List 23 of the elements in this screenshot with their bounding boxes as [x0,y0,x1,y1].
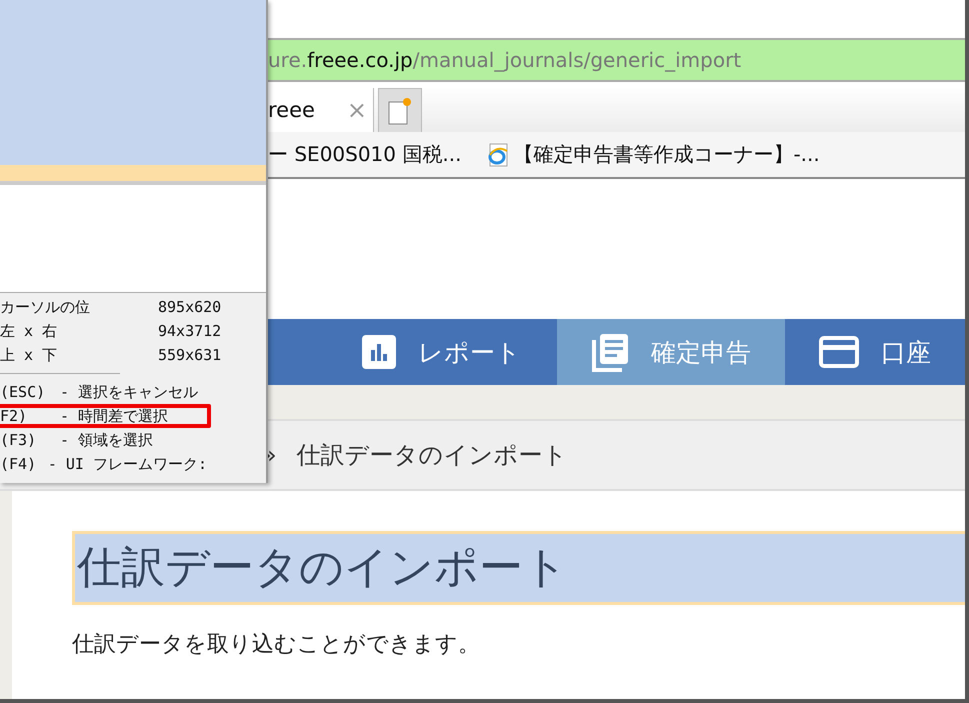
browser-page-icon [487,142,510,166]
info-label: 上 x 下 [0,346,58,364]
bar-chart-icon [362,335,396,369]
shortcut-text: F2) - 時間差で選択 [0,404,211,428]
new-tab-button[interactable] [378,88,422,132]
browser-tab[interactable]: reee × [268,88,374,132]
info-label: カーソルの位 [0,298,91,316]
nav-item[interactable]: レポート [328,319,557,385]
bookmark-link[interactable]: ー SE00S010 国税... [268,141,462,168]
info-label: 左 x 右 [0,322,58,340]
info-value: 895x620 [158,298,222,316]
nav-item[interactable]: 口座 [785,319,965,385]
card-icon [819,336,859,368]
bookmark-link[interactable]: 【確定申告書等作成コーナー】-... [487,141,820,168]
page-description: 仕訳データを取り込むことができます。 [72,631,481,659]
shortcut-text: (ESC) - 選択をキャンセル [0,382,200,403]
documents-icon [591,332,629,372]
info-value: 559x631 [158,346,222,364]
breadcrumb-current: 仕訳データのインポート [296,440,568,471]
shortcut-text: (F3) - 領域を選択 [0,430,154,451]
info-value: 94x3712 [158,322,222,340]
shortcut-text: (F4) - UI フレームワーク: [0,454,208,475]
new-page-icon [387,96,413,126]
